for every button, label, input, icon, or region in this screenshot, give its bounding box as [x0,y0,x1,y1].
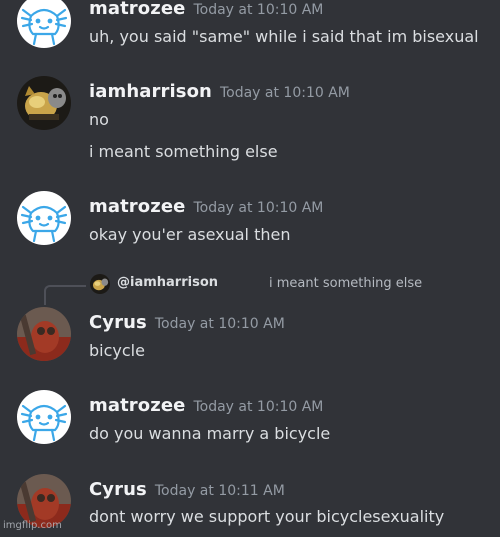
avatar[interactable] [17,0,71,48]
message-text: uh, you said "same" while i said that im… [89,27,479,46]
reply-mention[interactable]: @iamharrison [117,275,218,290]
watermark: imgflip.com [3,520,62,531]
avatar[interactable] [17,390,71,444]
reply-text: i meant something else [269,276,423,291]
username[interactable]: iamharrison [89,81,212,102]
gold-cat-avatar-icon [90,274,110,294]
message-text: dont worry we support your bicyclesexual… [89,507,445,526]
axolotl-avatar-icon [17,0,71,48]
message-text: okay you'er asexual then [89,225,291,244]
message-text: do you wanna marry a bicycle [89,424,331,443]
username[interactable]: Cyrus [89,312,147,333]
timestamp: Today at 10:11 AM [154,483,285,499]
message-text: i meant something else [89,142,278,161]
timestamp: Today at 10:10 AM [193,399,324,415]
avatar[interactable] [17,191,71,245]
axolotl-avatar-icon [17,390,71,444]
message-text: bicycle [89,341,145,360]
username[interactable]: Cyrus [89,479,147,500]
reply-spine [44,285,86,305]
username[interactable]: matrozee [89,395,185,416]
username[interactable]: matrozee [89,196,185,217]
timestamp: Today at 10:10 AM [193,200,324,216]
message-text: no [89,110,109,129]
timestamp: Today at 10:10 AM [154,316,285,332]
gold-cat-avatar-icon [17,76,71,130]
pyro-avatar-icon [17,307,71,361]
axolotl-avatar-icon [17,191,71,245]
timestamp: Today at 10:10 AM [193,2,324,18]
reply-avatar [90,274,110,294]
avatar[interactable] [17,307,71,361]
username[interactable]: matrozee [89,0,185,19]
chat-log: matrozee Today at 10:10 AM uh, you said "… [0,0,500,537]
avatar[interactable] [17,76,71,130]
timestamp: Today at 10:10 AM [219,85,350,101]
